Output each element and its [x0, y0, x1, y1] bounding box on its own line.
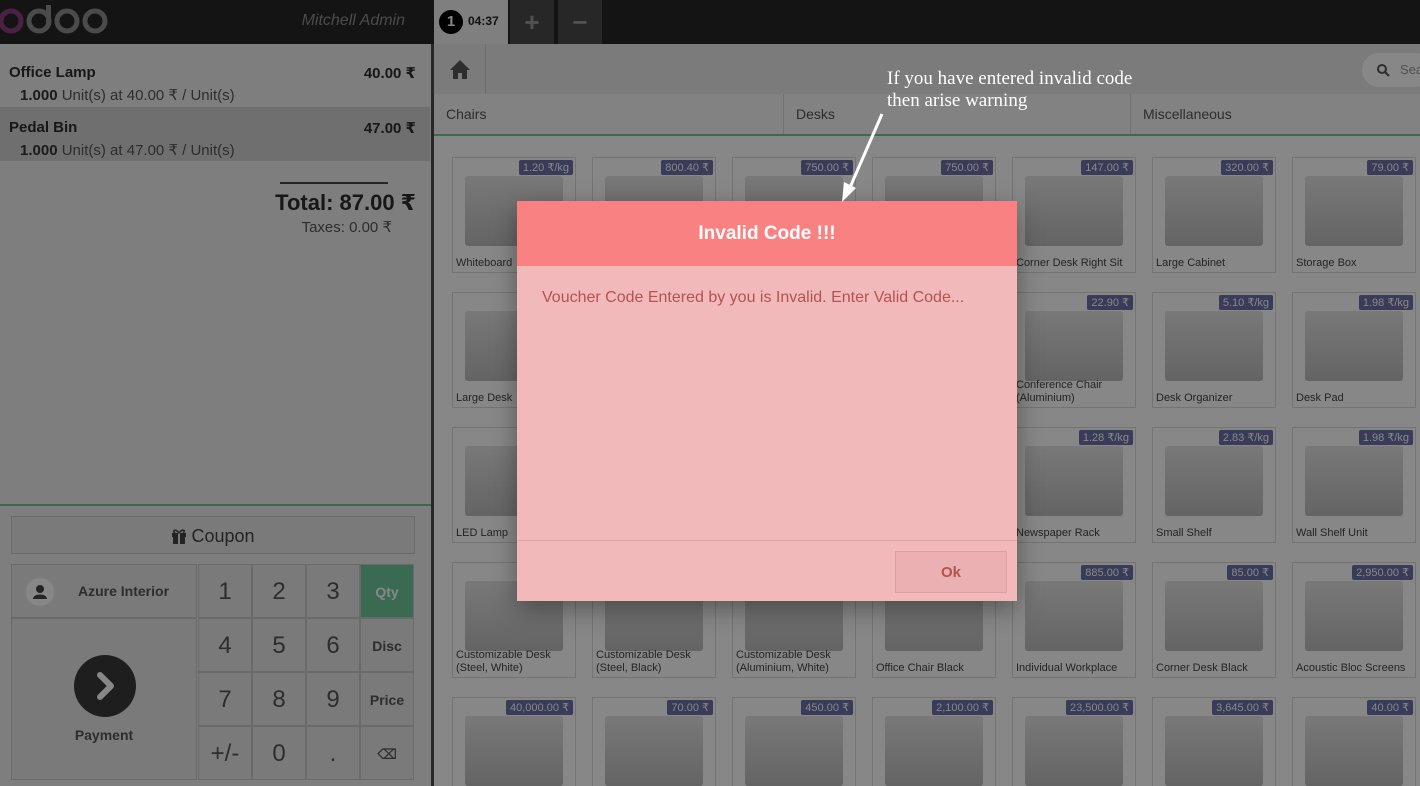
annotation-text: If you have entered invalid code then ar…: [887, 68, 1132, 112]
dialog-message: Voucher Code Entered by you is Invalid. …: [542, 289, 965, 306]
ok-button[interactable]: Ok: [895, 551, 1007, 593]
invalid-code-dialog: Invalid Code !!! Voucher Code Entered by…: [517, 201, 1017, 601]
dialog-footer-divider: [517, 540, 1017, 541]
annotation-arrow-icon: [842, 113, 884, 202]
annotation-line: If you have entered invalid code: [887, 68, 1133, 89]
dialog-title: Invalid Code !!!: [517, 201, 1017, 266]
annotation-line: then arise warning: [887, 90, 1028, 111]
